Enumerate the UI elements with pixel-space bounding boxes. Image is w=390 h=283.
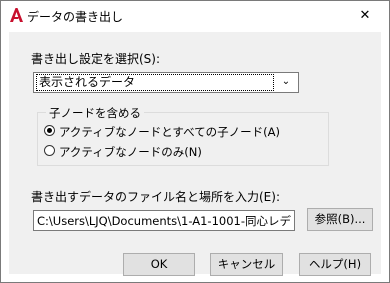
output-path-label: 書き出すデータのファイル名と場所を入力(E): (31, 190, 280, 204)
cancel-button-label: キャンセル (217, 257, 276, 271)
chevron-down-icon[interactable]: ⌄ (279, 75, 293, 89)
radio-label: アクティブなノードのみ(N) (59, 145, 202, 159)
help-button-label: ヘルプ(H) (308, 257, 362, 271)
include-child-nodes-group: 子ノードを含める アクティブなノードとすべての子ノード(A) アクティブなノード… (37, 105, 329, 166)
autocad-a-icon (10, 8, 23, 22)
window-title: データの書き出し (27, 10, 124, 24)
ok-button-label: OK (150, 257, 168, 271)
dropdown-selected-value: 表示されるデータ (39, 75, 136, 89)
export-settings-dropdown[interactable]: 表示されるデータ ⌄ (33, 72, 299, 93)
dropdown-focus-box: 表示されるデータ (36, 74, 274, 91)
radio-button-checked[interactable] (44, 125, 55, 136)
export-settings-label: 書き出し設定を選択(S): (31, 52, 161, 66)
browse-button[interactable]: 参照(B)... (307, 208, 373, 231)
output-path-field[interactable]: C:\Users\LJQ\Documents\1-A1-1001-同心レデュー (33, 210, 295, 231)
radio-label: アクティブなノードとすべての子ノード(A) (59, 125, 280, 139)
group-title: 子ノードを含める (46, 105, 144, 121)
ok-button[interactable]: OK (123, 253, 195, 276)
browse-button-label: 参照(B)... (314, 212, 366, 226)
help-button[interactable]: ヘルプ(H) (299, 253, 371, 276)
close-icon: ✕ (359, 8, 371, 23)
cancel-button[interactable]: キャンセル (210, 253, 283, 276)
export-data-dialog: データの書き出し ✕ 書き出し設定を選択(S): 表示されるデータ ⌄ 子ノード… (0, 0, 390, 283)
title-bar: データの書き出し ✕ (1, 1, 389, 31)
radio-button[interactable] (44, 145, 55, 156)
output-path-value: C:\Users\LJQ\Documents\1-A1-1001-同心レデュー (37, 214, 291, 228)
close-button[interactable]: ✕ (355, 6, 375, 26)
dialog-body: 書き出し設定を選択(S): 表示されるデータ ⌄ 子ノードを含める アクティブな… (9, 32, 381, 276)
